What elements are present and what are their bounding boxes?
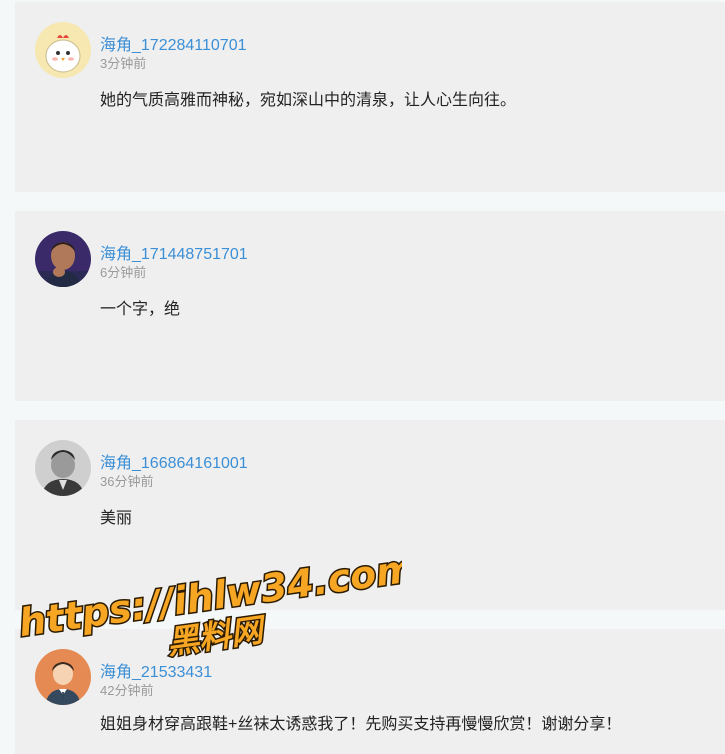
chicken-avatar-icon[interactable] bbox=[35, 22, 91, 78]
comment-item: 海角_172284110701 3分钟前 她的气质高雅而神秘，宛如深山中的清泉，… bbox=[15, 2, 725, 192]
comment-item: 海角_21533431 42分钟前 姐姐身材穿高跟鞋+丝袜太诱惑我了！先购买支持… bbox=[15, 629, 725, 754]
man-thinking-avatar-icon[interactable] bbox=[35, 231, 91, 287]
comment-item: 海角_166864161001 36分钟前 美丽 bbox=[15, 420, 725, 610]
comment-time: 6分钟前 bbox=[100, 265, 147, 280]
username-link[interactable]: 海角_21533431 bbox=[100, 658, 212, 682]
comment-time: 36分钟前 bbox=[100, 474, 154, 489]
username-link[interactable]: 海角_171448751701 bbox=[100, 240, 248, 264]
comment-item: 海角_171448751701 6分钟前 一个字，绝 bbox=[15, 211, 725, 401]
comment-text: 她的气质高雅而神秘，宛如深山中的清泉，让人心生向往。 bbox=[100, 92, 517, 109]
comment-text: 一个字，绝 bbox=[100, 301, 181, 318]
cartoon-man-avatar-icon[interactable] bbox=[35, 649, 91, 705]
username-link[interactable]: 海角_166864161001 bbox=[100, 449, 248, 473]
username-link[interactable]: 海角_172284110701 bbox=[100, 31, 247, 55]
comment-text: 姐姐身材穿高跟鞋+丝袜太诱惑我了！先购买支持再慢慢欣赏！谢谢分享！ bbox=[100, 716, 622, 733]
comment-time: 42分钟前 bbox=[100, 683, 154, 698]
comment-list: 海角_172284110701 3分钟前 她的气质高雅而神秘，宛如深山中的清泉，… bbox=[0, 0, 725, 754]
comment-text: 美丽 bbox=[100, 510, 133, 527]
comment-time: 3分钟前 bbox=[100, 56, 147, 71]
man-suit-avatar-icon[interactable] bbox=[35, 440, 91, 496]
